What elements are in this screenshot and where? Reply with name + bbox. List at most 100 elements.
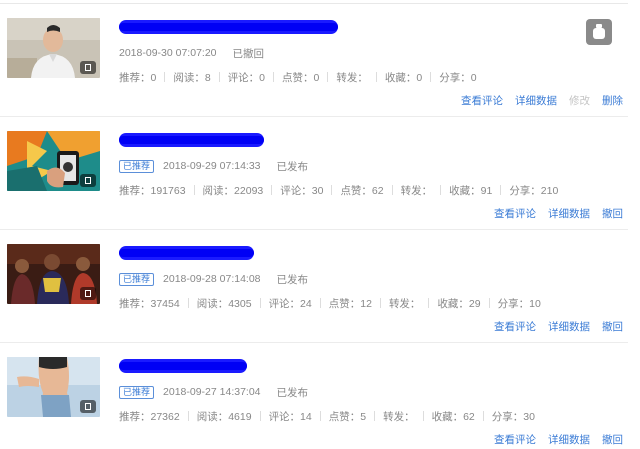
stat-separator [428, 298, 430, 308]
recommended-badge: 已推荐 [119, 272, 155, 286]
redacted-title[interactable] [119, 20, 338, 34]
stat-read: 阅读：22093 [202, 184, 264, 197]
stat-recommend: 推荐：37454 [119, 297, 180, 310]
stat-separator [488, 298, 490, 308]
edit-link: 修改 [569, 95, 590, 107]
detailed-data-link[interactable]: 详细数据 [548, 319, 590, 334]
stat-separator [374, 411, 376, 421]
stat-separator [482, 411, 484, 421]
article-item: 已推荐 2018-09-27 14:37:04 已发布 推荐：27362 阅读：… [0, 343, 640, 449]
stat-recommend: 推荐：27362 [119, 410, 180, 423]
recommended-badge: 已推荐 [119, 385, 155, 399]
stat-share: 分享：10 [497, 297, 541, 310]
article-actions: 查看评论 详细数据 撤回 [482, 432, 623, 447]
image-type-icon [80, 287, 96, 300]
stat-separator [271, 185, 273, 195]
stat-separator [193, 185, 195, 195]
status-label: 已发布 [276, 273, 309, 286]
stats-row: 推荐：191763 阅读：22093 评论：30 点赞：62 转发： 收藏：91… [119, 183, 558, 197]
stat-separator [422, 411, 424, 421]
redacted-title[interactable] [119, 359, 247, 373]
stat-comment: 评论：0 [227, 71, 266, 84]
stat-forward: 转发： [388, 297, 421, 310]
article-item: 已推荐 2018-09-29 07:14:33 已发布 推荐：191763 阅读… [0, 117, 640, 230]
stat-separator [259, 298, 261, 308]
stat-separator [500, 185, 502, 195]
article-item: 2018-09-30 07:07:20 已撤回 推荐：0 阅读：8 评论：0 点… [0, 4, 640, 117]
stat-separator [259, 411, 261, 421]
stat-separator [187, 298, 189, 308]
status-label: 已发布 [276, 160, 309, 173]
stat-collect: 收藏：91 [449, 184, 493, 197]
stat-separator [319, 298, 321, 308]
meta-row: 已推荐 2018-09-27 14:37:04 已发布 [119, 384, 308, 400]
article-actions: 查看评论 详细数据 修改 删除 [449, 93, 623, 108]
image-type-icon [80, 400, 96, 413]
article-actions: 查看评论 详细数据 撤回 [482, 206, 623, 221]
stat-comment: 评论：14 [268, 410, 312, 423]
meta-row: 已推荐 2018-09-29 07:14:33 已发布 [119, 158, 308, 174]
stat-separator [331, 185, 333, 195]
publish-date: 2018-09-30 07:07:20 [119, 47, 217, 59]
image-type-icon [80, 61, 96, 74]
article-actions: 查看评论 详细数据 撤回 [482, 319, 623, 334]
withdraw-link[interactable]: 撤回 [602, 206, 623, 221]
status-label: 已撤回 [232, 47, 265, 60]
stat-collect: 收藏：29 [437, 297, 481, 310]
article-thumbnail[interactable] [7, 357, 100, 417]
status-label: 已发布 [276, 386, 309, 399]
corner-action-button[interactable] [586, 19, 612, 45]
stat-separator [430, 72, 432, 82]
article-thumbnail[interactable] [7, 244, 100, 304]
recommended-badge: 已推荐 [119, 159, 155, 173]
stat-separator [218, 72, 220, 82]
detailed-data-link[interactable]: 详细数据 [515, 93, 557, 108]
stat-separator [440, 185, 442, 195]
stat-separator [379, 298, 381, 308]
stat-separator [375, 72, 377, 82]
stat-like: 点赞：5 [328, 410, 367, 423]
view-comments-link[interactable]: 查看评论 [494, 206, 536, 221]
publish-date: 2018-09-28 07:14:08 [163, 273, 261, 285]
image-type-icon [80, 174, 96, 187]
withdraw-link[interactable]: 撤回 [602, 432, 623, 447]
stat-recommend: 推荐：0 [119, 71, 157, 84]
stat-separator [327, 72, 329, 82]
meta-row: 已推荐 2018-09-28 07:14:08 已发布 [119, 271, 308, 287]
stat-collect: 收藏：0 [384, 71, 423, 84]
publish-date: 2018-09-29 07:14:33 [163, 160, 261, 172]
stat-separator [164, 72, 166, 82]
bag-icon [593, 24, 605, 39]
stat-forward: 转发： [400, 184, 433, 197]
stat-collect: 收藏：62 [431, 410, 475, 423]
stat-recommend: 推荐：191763 [119, 184, 186, 197]
stat-read: 阅读：4305 [196, 297, 252, 310]
stat-share: 分享：0 [439, 71, 477, 84]
view-comments-link[interactable]: 查看评论 [461, 93, 503, 108]
stat-read: 阅读：8 [173, 71, 211, 84]
stat-comment: 评论：24 [268, 297, 312, 310]
stat-like: 点赞：62 [340, 184, 384, 197]
withdraw-link[interactable]: 撤回 [602, 319, 623, 334]
article-thumbnail[interactable] [7, 18, 100, 78]
stat-like: 点赞：12 [328, 297, 372, 310]
article-thumbnail[interactable] [7, 131, 100, 191]
delete-link[interactable]: 删除 [602, 93, 623, 108]
detailed-data-link[interactable]: 详细数据 [548, 432, 590, 447]
stats-row: 推荐：37454 阅读：4305 评论：24 点赞：12 转发： 收藏：29 分… [119, 296, 541, 310]
detailed-data-link[interactable]: 详细数据 [548, 206, 590, 221]
view-comments-link[interactable]: 查看评论 [494, 319, 536, 334]
stat-forward: 转发： [383, 410, 415, 423]
article-item: 已推荐 2018-09-28 07:14:08 已发布 推荐：37454 阅读：… [0, 230, 640, 343]
meta-row: 2018-09-30 07:07:20 已撤回 [119, 45, 264, 61]
redacted-title[interactable] [119, 133, 264, 147]
stat-read: 阅读：4619 [196, 410, 252, 423]
stat-like: 点赞：0 [282, 71, 320, 84]
stat-separator [187, 411, 189, 421]
publish-date: 2018-09-27 14:37:04 [163, 386, 261, 398]
stat-separator [319, 411, 321, 421]
redacted-title[interactable] [119, 246, 254, 260]
stat-share: 分享：210 [509, 184, 559, 197]
stat-share: 分享：30 [491, 410, 535, 423]
view-comments-link[interactable]: 查看评论 [494, 432, 536, 447]
